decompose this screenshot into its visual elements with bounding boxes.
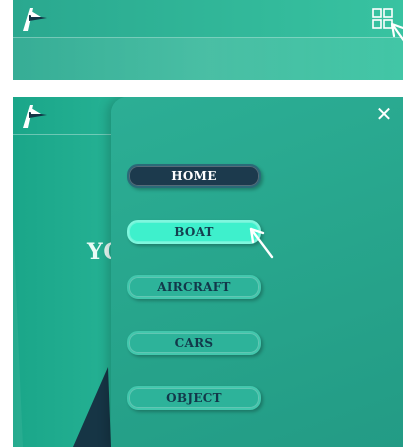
grid-menu-icon[interactable] xyxy=(372,8,394,30)
menu-item-cars[interactable]: CARS xyxy=(127,331,261,355)
close-icon[interactable]: ✕ xyxy=(375,104,393,124)
top-header-panel xyxy=(13,0,403,80)
menu-item-boat[interactable]: BOAT xyxy=(127,220,261,244)
menu-item-home[interactable]: HOME xyxy=(127,164,261,188)
header-bar xyxy=(13,0,403,38)
airplane-logo-icon[interactable] xyxy=(19,5,51,33)
menu-item-aircraft[interactable]: AIRCRAFT xyxy=(127,275,261,299)
menu-item-object[interactable]: OBJECT xyxy=(127,386,261,410)
hero-strip xyxy=(13,38,403,80)
menu-open-panel: YC ✕ HOME BOAT AIRCRAFT CARS OBJECT xyxy=(13,97,403,447)
airplane-logo-icon[interactable] xyxy=(19,102,51,130)
nav-menu-overlay: ✕ HOME BOAT AIRCRAFT CARS OBJECT xyxy=(111,97,403,447)
